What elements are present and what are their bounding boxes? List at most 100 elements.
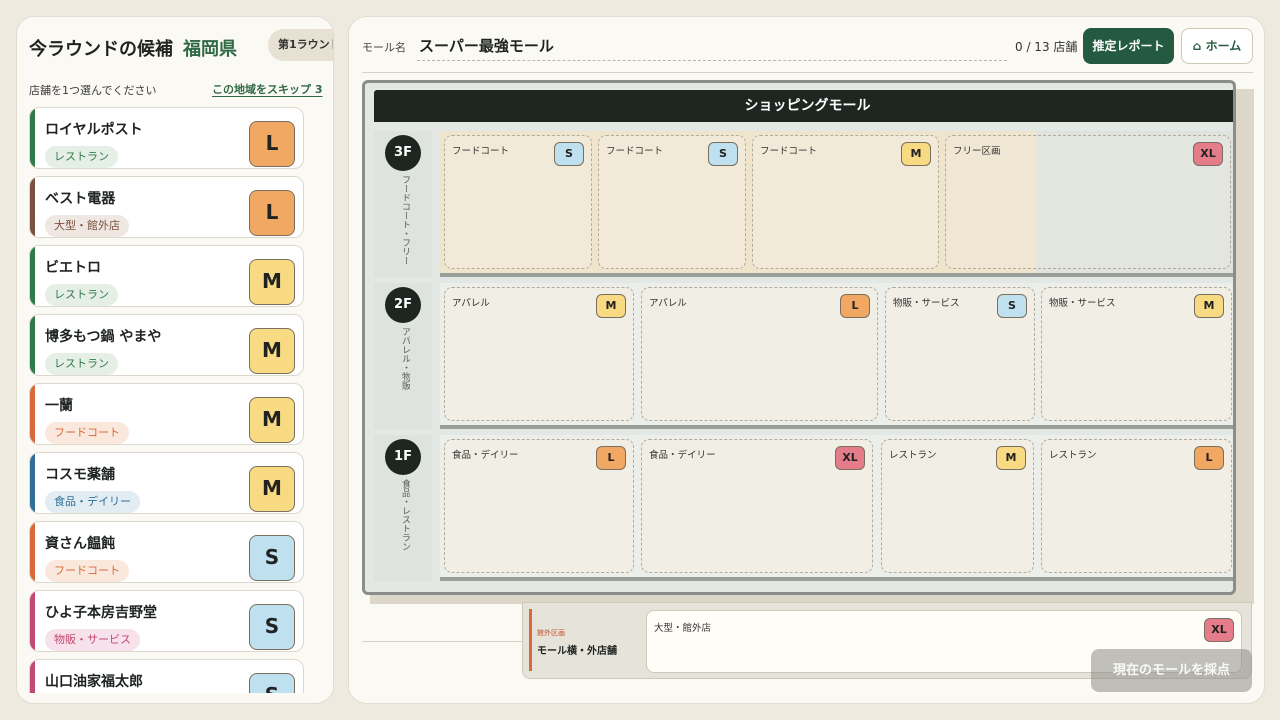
candidate-category-tag: レストラン bbox=[45, 284, 118, 306]
mall-name-underline bbox=[417, 60, 1007, 61]
size-badge: XL bbox=[1204, 618, 1234, 642]
candidate-instruction: 店舗を1つ選んでください bbox=[29, 84, 157, 97]
candidate-category-tag: フードコート bbox=[45, 560, 129, 582]
tenant-category: フードコート bbox=[452, 146, 510, 157]
tenant-category: 食品・デイリー bbox=[649, 450, 716, 461]
header-divider bbox=[362, 72, 1253, 73]
floor-area: フードコート S フードコート S フードコート M フリー区画 XL bbox=[440, 131, 1233, 277]
floor-label: 1F 食品・レストラン bbox=[374, 435, 432, 581]
candidate-card[interactable]: 山口油家福太郎 S bbox=[29, 659, 304, 693]
tenant-category: フリー区画 bbox=[953, 146, 1001, 157]
candidate-category-stripe bbox=[30, 177, 35, 237]
floor-description: アパレル・物販 bbox=[400, 327, 410, 390]
prefecture-name: 福岡県 bbox=[183, 39, 237, 60]
tenant-category: 食品・デイリー bbox=[452, 450, 519, 461]
size-badge: XL bbox=[835, 446, 865, 470]
size-badge: S bbox=[708, 142, 738, 166]
floor-1f: 1F 食品・レストラン 食品・デイリー L 食品・デイリー XL レストラン M レストラン L bbox=[374, 435, 1233, 581]
candidate-name: 山口油家福太郎 bbox=[45, 674, 143, 690]
candidate-panel: 今ラウンドの候補 福岡県 第1ラウンド 店舗を1つ選んでください この地域をスキ… bbox=[16, 16, 334, 704]
candidate-name: 博多もつ鍋 やまや bbox=[45, 329, 162, 345]
home-button-label: ホーム bbox=[1205, 39, 1242, 53]
tenant-slot[interactable]: アパレル M bbox=[444, 287, 634, 421]
annex-small-label: 館外区画 bbox=[537, 629, 565, 637]
size-badge: M bbox=[249, 397, 295, 443]
tenant-category: レストラン bbox=[1049, 450, 1097, 461]
tenant-category: フードコート bbox=[760, 146, 818, 157]
candidate-name: コスモ薬舗 bbox=[45, 467, 115, 483]
candidate-title: 今ラウンドの候補 bbox=[29, 39, 173, 60]
candidate-category-tag: 食品・デイリー bbox=[45, 491, 140, 513]
size-badge: S bbox=[249, 673, 295, 693]
size-badge: S bbox=[554, 142, 584, 166]
floor-area: 食品・デイリー L 食品・デイリー XL レストラン M レストラン L bbox=[440, 435, 1233, 581]
candidate-category-stripe bbox=[30, 591, 35, 651]
size-badge: L bbox=[249, 121, 295, 167]
candidate-card[interactable]: 一蘭フードコート M bbox=[29, 383, 304, 445]
mall-name-field[interactable]: スーパー最強モール bbox=[419, 35, 554, 56]
candidate-category-stripe bbox=[30, 384, 35, 444]
candidate-name: ビエトロ bbox=[45, 260, 101, 276]
tenant-slot[interactable]: フードコート S bbox=[444, 135, 592, 269]
candidate-category-stripe bbox=[30, 453, 35, 513]
tenant-slot[interactable]: フリー区画 XL bbox=[945, 135, 1231, 269]
size-badge: S bbox=[249, 604, 295, 650]
candidate-card[interactable]: 資さん饂飩フードコート S bbox=[29, 521, 304, 583]
size-badge: M bbox=[901, 142, 931, 166]
tenant-slot[interactable]: レストラン M bbox=[881, 439, 1034, 573]
candidate-category-tag: フードコート bbox=[45, 422, 129, 444]
size-badge: L bbox=[1194, 446, 1224, 470]
annex-label: モール横・外店舗 bbox=[537, 646, 617, 657]
tenant-slot[interactable]: アパレル L bbox=[641, 287, 878, 421]
candidate-category-tag: 物販・サービス bbox=[45, 629, 140, 651]
home-icon: ⌂ bbox=[1192, 39, 1206, 53]
size-badge: M bbox=[996, 446, 1026, 470]
candidate-header: 今ラウンドの候補 福岡県 第1ラウンド bbox=[29, 29, 333, 63]
tenant-slot[interactable]: 物販・サービス S bbox=[885, 287, 1035, 421]
candidate-name: ベスト電器 bbox=[45, 191, 116, 207]
floor-number: 1F bbox=[385, 439, 421, 475]
candidate-name: 一蘭 bbox=[45, 398, 73, 414]
candidate-category-tag: レストラン bbox=[45, 146, 118, 168]
size-badge: L bbox=[840, 294, 870, 318]
candidate-card[interactable]: ビエトロレストラン M bbox=[29, 245, 304, 307]
tenant-category: 物販・サービス bbox=[1049, 298, 1116, 309]
candidate-card[interactable]: ひよ子本房吉野堂 物販・サービス S bbox=[29, 590, 304, 652]
tenant-category: フードコート bbox=[606, 146, 664, 157]
candidate-category-stripe bbox=[30, 522, 35, 582]
size-badge: S bbox=[249, 535, 295, 581]
size-badge: M bbox=[249, 466, 295, 512]
tenant-slot[interactable]: 食品・デイリー L bbox=[444, 439, 634, 573]
floor-description: 食品・レストラン bbox=[400, 479, 410, 551]
candidate-card[interactable]: コスモ薬舗食品・デイリー M bbox=[29, 452, 304, 514]
tenant-slot[interactable]: フードコート M bbox=[752, 135, 939, 269]
tenant-slot[interactable]: 物販・サービス M bbox=[1041, 287, 1232, 421]
tenant-slot[interactable]: フードコート S bbox=[598, 135, 746, 269]
store-count: 0 / 13 店舗 bbox=[1015, 40, 1078, 54]
size-badge: M bbox=[249, 259, 295, 305]
candidate-card[interactable]: 博多もつ鍋 やまや レストラン M bbox=[29, 314, 304, 376]
candidate-category-stripe bbox=[30, 315, 35, 375]
size-badge: M bbox=[249, 328, 295, 374]
candidate-name: 資さん饂飩 bbox=[45, 536, 115, 552]
size-badge: M bbox=[596, 294, 626, 318]
tenant-slot[interactable]: 食品・デイリー XL bbox=[641, 439, 873, 573]
tenant-category: アパレル bbox=[452, 298, 490, 309]
home-button[interactable]: ⌂ ホーム bbox=[1181, 28, 1253, 64]
size-badge: XL bbox=[1193, 142, 1223, 166]
candidate-card[interactable]: ロイヤルポスト レストラン L bbox=[29, 107, 304, 169]
report-button[interactable]: 推定レポート bbox=[1083, 28, 1174, 64]
floor-number: 3F bbox=[385, 135, 421, 171]
floor-3f: 3F フードコート・フリー フードコート S フードコート S フードコート M フリー区画 XL bbox=[374, 131, 1233, 277]
score-mall-button[interactable]: 現在のモールを採点 bbox=[1091, 649, 1252, 692]
annex-divider bbox=[362, 641, 522, 642]
candidate-category-stripe bbox=[30, 246, 35, 306]
tenant-category: アパレル bbox=[649, 298, 687, 309]
skip-region-link[interactable]: この地域をスキップ 3 bbox=[212, 81, 322, 97]
tenant-slot[interactable]: レストラン L bbox=[1041, 439, 1232, 573]
candidate-category-stripe bbox=[30, 660, 35, 693]
floor-label: 2F アパレル・物販 bbox=[374, 283, 432, 429]
mall-name-label: モール名 bbox=[362, 41, 406, 54]
candidate-card[interactable]: ベスト電器 大型・館外店 L bbox=[29, 176, 304, 238]
candidate-category-tag: 大型・館外店 bbox=[45, 215, 129, 237]
